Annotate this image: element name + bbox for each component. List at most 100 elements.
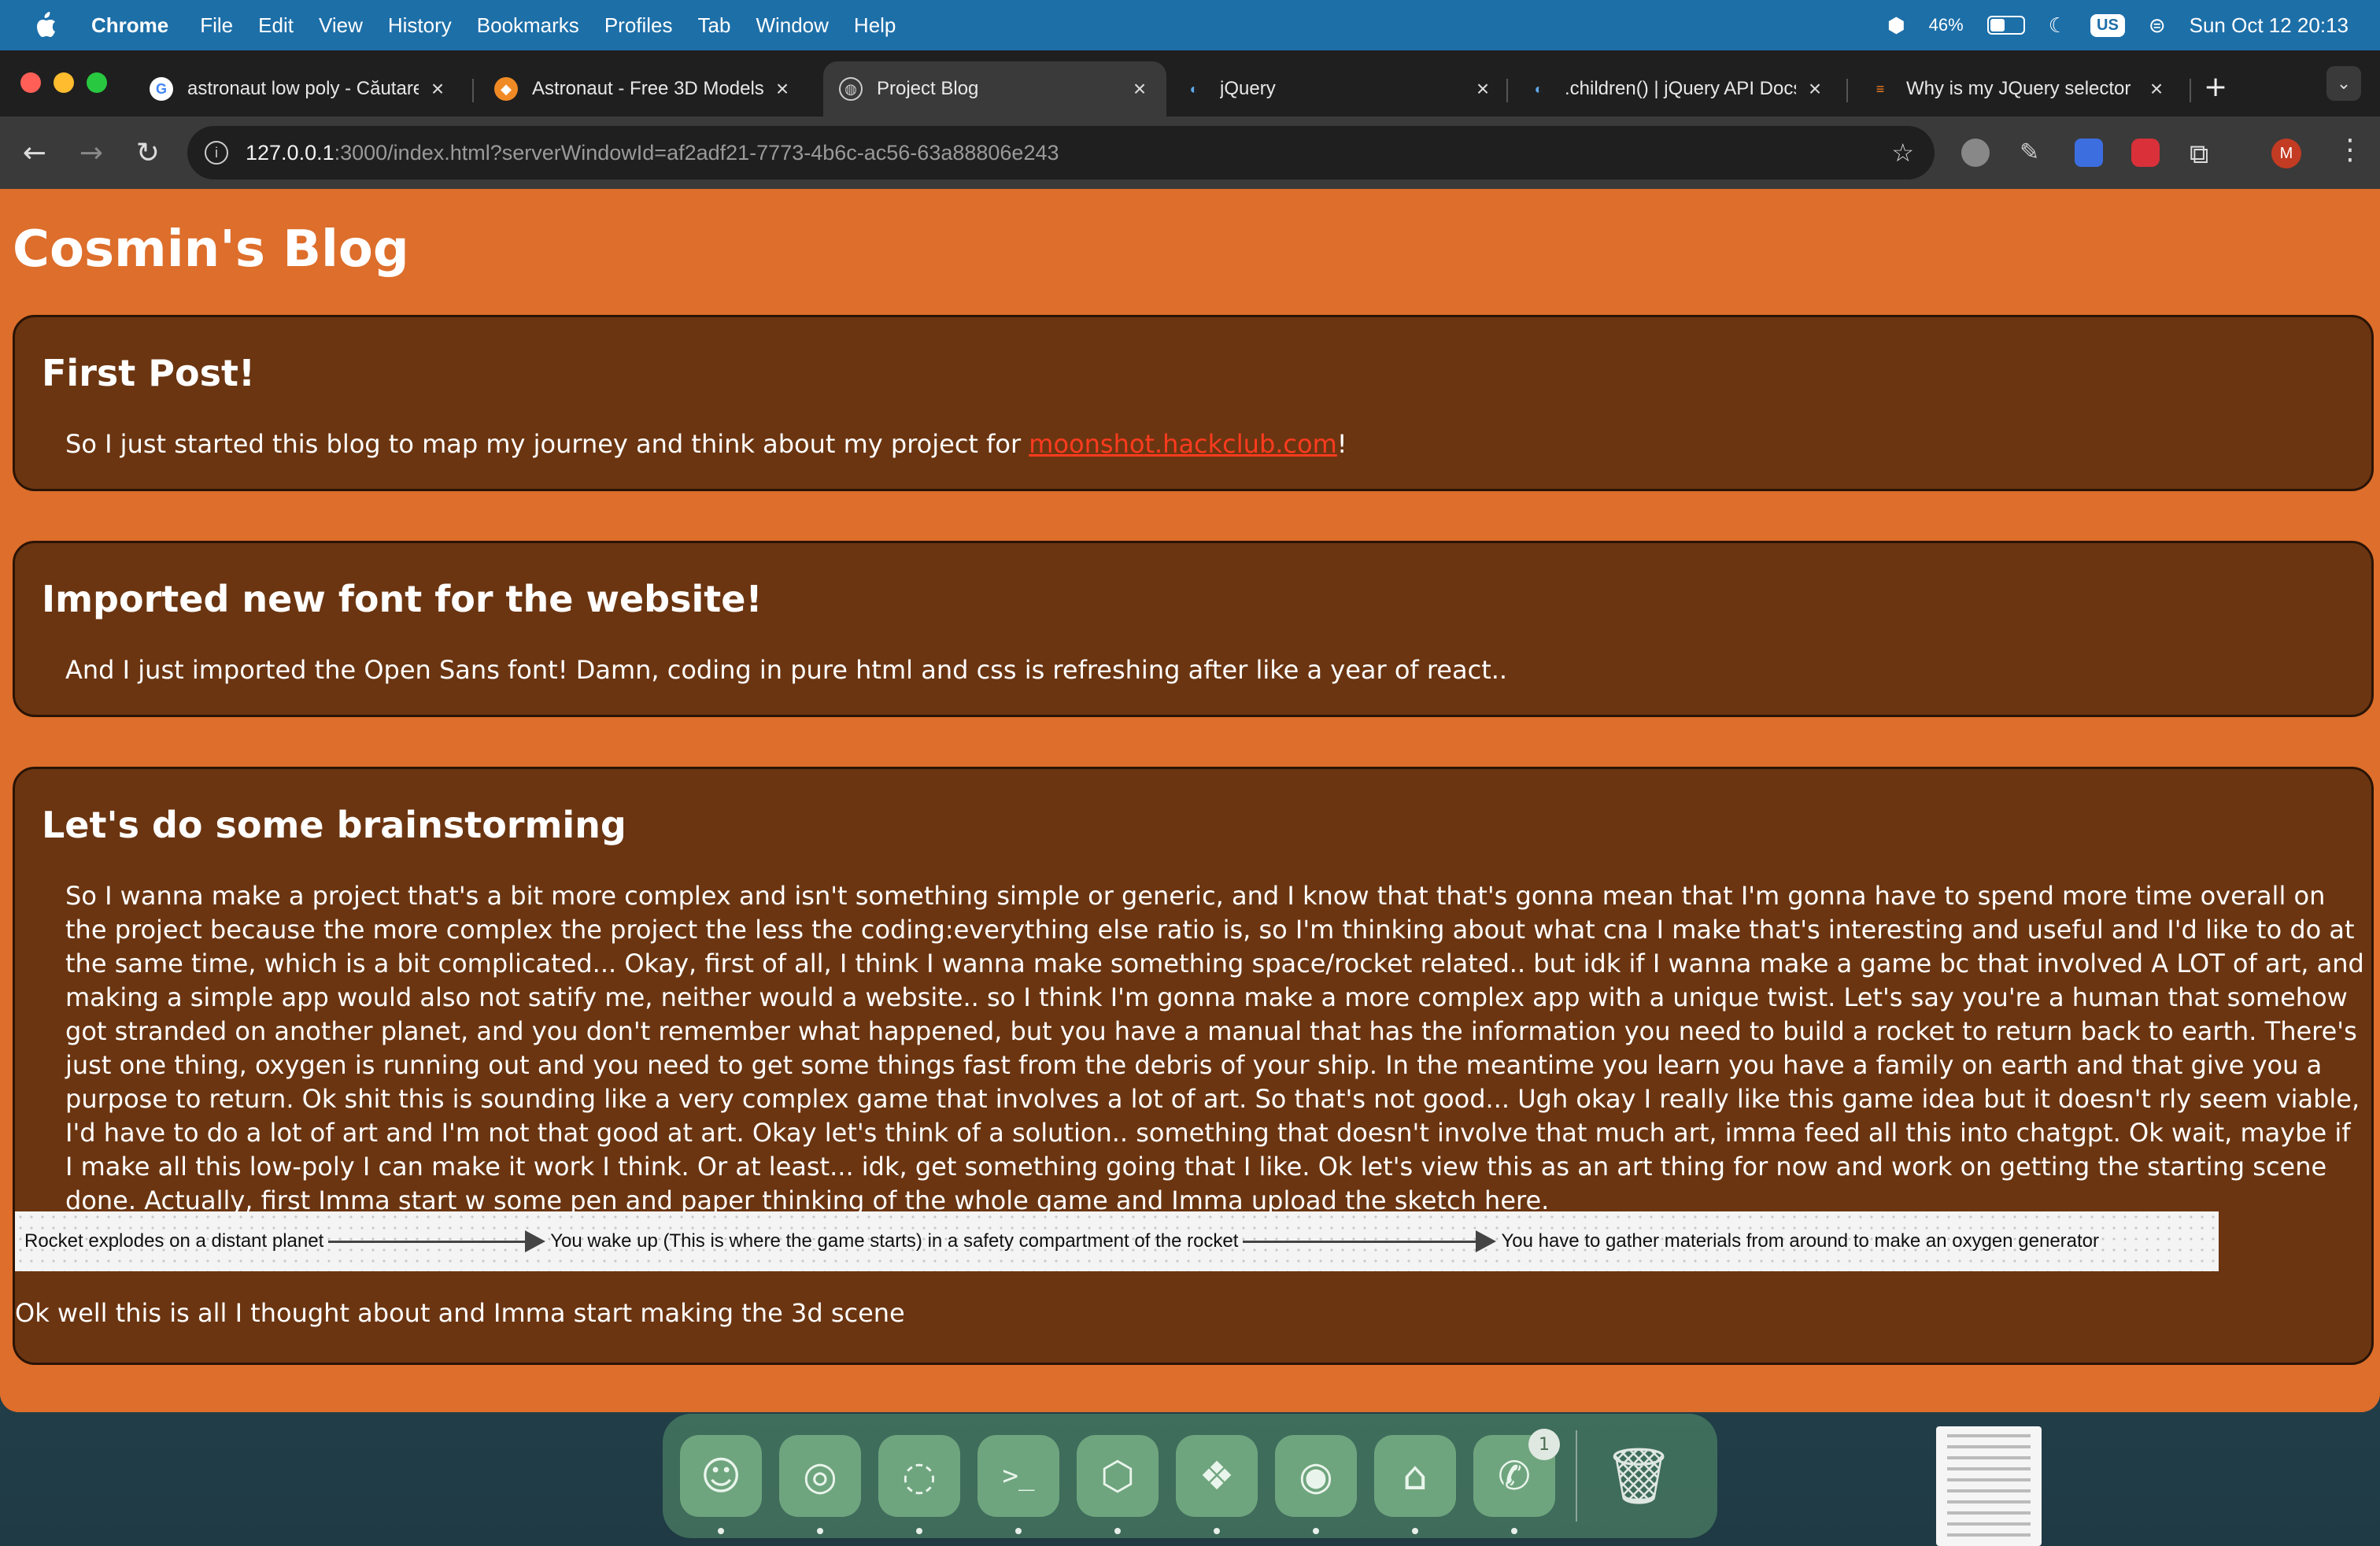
flow-step: You wake up (This is where the game star… [550,1230,1239,1252]
close-icon[interactable]: × [427,76,449,102]
blender-icon[interactable]: ◉ [1275,1435,1357,1534]
globe-icon: ◍ [839,77,863,101]
tab-jquery[interactable]: ◐ jQuery × [1166,61,1510,117]
close-window-button[interactable] [20,72,41,93]
running-indicator [1214,1528,1220,1534]
back-icon[interactable]: ← [17,135,52,170]
post-body: So I wanna make a project that's a bit m… [65,881,2364,1215]
dock-divider [1576,1430,1577,1522]
menu-view[interactable]: View [319,13,363,38]
tab-strip: G astronaut low poly - Căutare × ◆ Astro… [0,50,2380,117]
tab-search-button[interactable]: ⌄ [2326,66,2361,101]
menu-app-name[interactable]: Chrome [91,13,168,38]
tab-title: Astronaut - Free 3D Models [532,78,763,99]
site-info-icon[interactable]: i [205,141,228,165]
menu-bar: Chrome File Edit View History Bookmarks … [0,0,2380,50]
cube-app-icon[interactable]: ⬡ [1077,1435,1159,1534]
tab-divider [1846,79,1848,102]
flow-step: You have to gather materials from around… [1501,1230,2100,1252]
trash-icon[interactable]: 🗑 [1598,1435,1680,1517]
extension-pen-icon[interactable]: ✎ [2020,139,2048,167]
post-body: So I just started this blog to map my jo… [65,427,2365,461]
zoom-window-button[interactable] [87,72,107,93]
terminal-icon[interactable]: >_ [978,1435,1059,1534]
moon-icon[interactable]: ☾ [2049,13,2067,38]
battery-icon[interactable] [1986,16,2025,35]
reload-icon[interactable]: ↻ [131,135,165,170]
menu-tab[interactable]: Tab [698,13,731,38]
tab-jquery-children[interactable]: ◐ .children() | jQuery API Docs × [1511,61,1842,117]
desktop-document-thumbnail[interactable] [1936,1426,2042,1546]
window-controls [20,72,107,93]
menu-file[interactable]: File [200,13,233,38]
edge-icon[interactable]: ◌ [878,1435,960,1534]
post-heading: First Post! [42,352,255,394]
tab-sketchfab[interactable]: ◆ Astronaut - Free 3D Models × [479,61,809,117]
dock: ☺ ◎ ◌ >_ ⬡ ❖ ◉ ⌂ ✆ 1 🗑 [663,1414,1717,1538]
control-center-icon[interactable]: ⊜ [2149,13,2166,38]
tab-project-blog[interactable]: ◍ Project Blog × [823,61,1166,117]
game-flow-sketch: Rocket explodes on a distant planet You … [15,1211,2219,1271]
running-indicator [1313,1528,1319,1534]
running-indicator [718,1528,724,1534]
post-closing-text: Ok well this is all I thought about and … [15,1298,905,1328]
tab-title: .children() | jQuery API Docs [1565,78,1796,99]
minimize-window-button[interactable] [54,72,74,93]
blog-title: Cosmin's Blog [13,220,409,279]
input-source-badge[interactable]: US [2090,13,2125,37]
running-indicator [1412,1528,1418,1534]
google-icon: G [150,77,173,101]
post-first: First Post! So I just started this blog … [13,315,2374,491]
menu-bookmarks[interactable]: Bookmarks [477,13,579,38]
extension-video-icon[interactable] [2131,139,2160,167]
bookmark-star-icon[interactable]: ☆ [1891,138,1914,168]
close-icon[interactable]: × [1472,76,1494,102]
menu-window[interactable]: Window [756,13,828,38]
forward-icon[interactable]: → [74,135,109,170]
tab-divider [2190,79,2191,102]
tab-stackoverflow[interactable]: ≡ Why is my JQuery selector × [1853,61,2183,117]
menu-edit[interactable]: Edit [258,13,294,38]
post-text-end: ! [1336,429,1347,459]
arrow-right-icon [328,1230,546,1252]
tab-title: astronaut low poly - Căutare [187,78,419,99]
menu-history[interactable]: History [388,13,452,38]
clock[interactable]: Sun Oct 12 20:13 [2190,13,2349,38]
post-heading: Let's do some brainstorming [42,804,626,846]
more-menu-icon[interactable]: ⋮ [2336,134,2364,166]
close-icon[interactable]: × [2145,76,2168,102]
running-indicator [1511,1528,1517,1534]
menu-help[interactable]: Help [854,13,896,38]
figma-icon[interactable]: ❖ [1176,1435,1258,1534]
running-indicator [916,1528,922,1534]
url-path: :3000/index.html?serverWindowId=af2adf21… [334,140,1059,165]
extension-owl-icon[interactable] [1961,139,1990,167]
close-icon[interactable]: × [771,76,793,102]
stackoverflow-icon: ≡ [1876,80,1885,97]
chrome-icon[interactable]: ◎ [779,1435,861,1534]
extension-calendar-icon[interactable] [2075,139,2103,167]
profile-avatar[interactable]: M [2271,139,2301,168]
sketchfab-icon: ◆ [494,77,518,101]
moonshot-link[interactable]: moonshot.hackclub.com [1029,429,1336,459]
jquery-icon: ◐ [1534,80,1543,97]
new-tab-button[interactable]: + [2204,71,2227,103]
finder-icon[interactable]: ☺ [680,1435,762,1534]
close-icon[interactable]: × [1804,76,1826,102]
tab-title: Why is my JQuery selector [1906,78,2131,99]
tab-google-search[interactable]: G astronaut low poly - Căutare × [134,61,464,117]
launcher-icon[interactable]: ⌂ [1374,1435,1456,1534]
menu-profiles[interactable]: Profiles [604,13,673,38]
close-icon[interactable]: × [1129,76,1151,102]
apple-menu-icon[interactable] [30,9,61,41]
cube-status-icon[interactable]: ⬢ [1887,13,1905,38]
extensions-puzzle-icon[interactable]: ⧉ [2190,139,2218,170]
running-indicator [817,1528,823,1534]
battery-percent: 46% [1928,15,1964,35]
arrow-right-icon [1243,1230,1497,1252]
post-body: And I just imported the Open Sans font! … [65,655,1508,685]
address-bar[interactable]: i 127.0.0.1:3000/index.html?serverWindow… [187,126,1935,179]
tab-divider [1506,79,1508,102]
whatsapp-icon[interactable]: ✆ 1 [1473,1429,1560,1534]
browser-toolbar: ← → ↻ i 127.0.0.1:3000/index.html?server… [0,117,2380,189]
